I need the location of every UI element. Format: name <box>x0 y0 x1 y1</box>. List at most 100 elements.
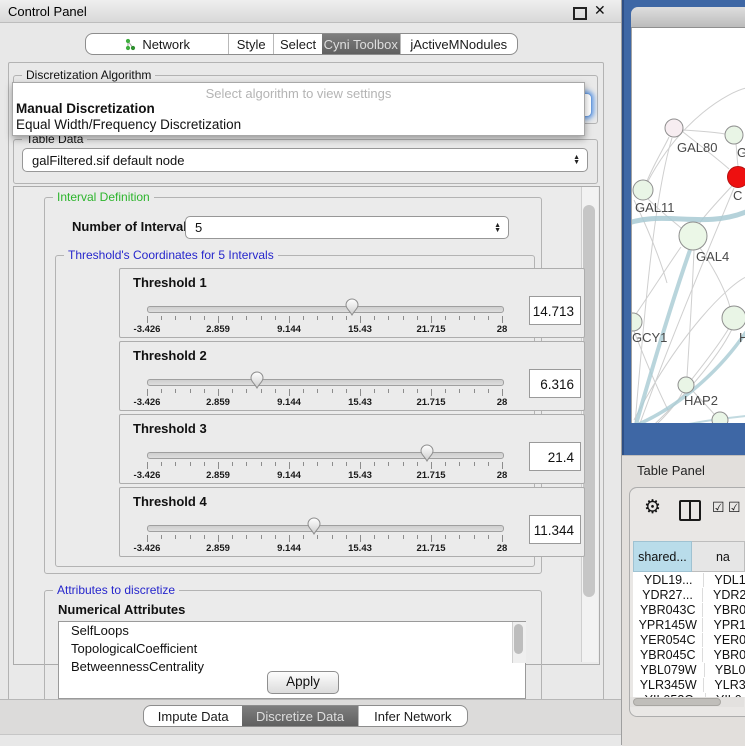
close-icon[interactable]: ✕ <box>594 2 606 19</box>
slider-track[interactable] <box>147 452 504 459</box>
node-label: GAL4 <box>696 249 729 264</box>
network-window-titlebar[interactable] <box>631 7 745 28</box>
node-highlighted-red[interactable] <box>728 167 745 188</box>
attribute-list-item[interactable]: TopologicalCoefficient <box>59 640 525 658</box>
tab-cyni-toolbox[interactable]: Cyni Toolbox <box>322 34 400 54</box>
table-row[interactable]: YBL079WYBL0 <box>633 662 745 677</box>
column-header-name[interactable]: na <box>692 541 745 572</box>
node-gal80[interactable] <box>665 119 683 137</box>
slider-tick <box>218 462 219 469</box>
slider-tick <box>161 316 162 320</box>
bottom-tab-impute-data[interactable]: Impute Data <box>144 706 242 726</box>
bottom-tab-infer-network[interactable]: Infer Network <box>358 706 467 726</box>
slider-tick <box>346 462 347 466</box>
cell-shared-name: YBR045C <box>633 648 703 662</box>
table-header-row: shared... na <box>633 541 745 572</box>
slider-tick <box>275 462 276 466</box>
node-gal4[interactable] <box>679 222 707 250</box>
node-hap2[interactable] <box>678 377 694 393</box>
table-row[interactable]: YDL19...YDL1 <box>633 572 745 587</box>
threshold-value-field[interactable]: 11.344 <box>529 515 581 544</box>
slider-tick <box>502 316 503 323</box>
stepper-arrows-icon[interactable]: ▲▼ <box>494 223 508 233</box>
slider-tick <box>175 389 176 393</box>
control-panel-window: Control Panel ✕ NetworkStyleSelectCyni T… <box>0 0 622 745</box>
attributes-list-scrollbar-thumb[interactable] <box>514 624 523 654</box>
node-gcy1[interactable] <box>632 313 642 331</box>
slider-tick <box>190 462 191 466</box>
slider-tick <box>445 316 446 320</box>
gear-icon[interactable]: ⚙ <box>644 496 661 519</box>
slider-tick-label: -3.426 <box>134 397 161 408</box>
threshold-label: Threshold 4 <box>133 494 207 509</box>
node-ga[interactable] <box>725 126 743 144</box>
column-header-shared[interactable]: shared... <box>633 541 692 572</box>
slider-thumb[interactable] <box>250 371 264 389</box>
slider-tick <box>204 316 205 320</box>
slider-track[interactable] <box>147 379 504 386</box>
node-h[interactable] <box>722 306 745 330</box>
slider-track[interactable] <box>147 525 504 532</box>
slider-tick <box>417 316 418 320</box>
algorithm-option-equal-width[interactable]: Equal Width/Frequency Discretization <box>16 117 241 132</box>
slider-tick-label: 15.43 <box>348 543 372 554</box>
float-window-icon[interactable] <box>573 7 587 20</box>
slider-tick <box>232 462 233 466</box>
slider-tick <box>474 389 475 393</box>
slider-tick <box>360 389 361 396</box>
slider-tick <box>303 389 304 393</box>
slider-tick-label: 15.43 <box>348 324 372 335</box>
slider-track[interactable] <box>147 306 504 313</box>
slider-tick <box>332 316 333 320</box>
slider-tick-label: 28 <box>497 470 508 481</box>
column-layout-icon[interactable] <box>679 500 701 521</box>
tab-select[interactable]: Select <box>273 34 322 54</box>
slider-tick-label: 9.144 <box>277 543 301 554</box>
slider-thumb[interactable] <box>420 444 434 462</box>
table-row[interactable]: YPR145WYPR1 <box>633 617 745 632</box>
algorithm-option-manual[interactable]: Manual Discretization <box>16 101 155 116</box>
apply-button[interactable]: Apply <box>267 671 339 694</box>
table-data-select[interactable]: galFiltered.sif default node ▲▼ <box>22 148 588 172</box>
tab-jactivemnodules[interactable]: jActiveMNodules <box>400 34 517 54</box>
slider-thumb[interactable] <box>345 298 359 316</box>
node-label: C <box>733 188 742 203</box>
table-row[interactable]: YBR045CYBR0 <box>633 647 745 662</box>
table-hscrollbar-thumb[interactable] <box>633 698 721 706</box>
slider-tick <box>317 316 318 320</box>
slider-tick <box>232 316 233 320</box>
slider-tick-label: 28 <box>497 324 508 335</box>
number-of-intervals-select[interactable]: 5 ▲▼ <box>185 216 509 239</box>
network-canvas[interactable]: GAL80 GA C GAL11 GAL4 GCY1 H HAP2 <box>631 28 745 423</box>
threshold-label: Threshold 2 <box>133 348 207 363</box>
stepper-arrows-icon[interactable]: ▲▼ <box>573 155 587 165</box>
checkbox-icon[interactable]: ☑ <box>728 499 741 516</box>
threshold-value-field[interactable]: 6.316 <box>529 369 581 398</box>
discretization-algorithm-group-title: Discretization Algorithm <box>22 68 155 82</box>
cell-shared-name: YBL079W <box>633 663 705 677</box>
table-row[interactable]: YLR345WYLR3 <box>633 677 745 692</box>
tab-style[interactable]: Style <box>228 34 273 54</box>
slider-tick <box>204 535 205 539</box>
table-row[interactable]: YER054CYER0 <box>633 632 745 647</box>
threshold-label: Threshold 1 <box>133 275 207 290</box>
node-label: GA <box>737 145 745 160</box>
slider-tick <box>289 389 290 396</box>
node-partial-bottom[interactable] <box>712 412 728 423</box>
node-gal11[interactable] <box>633 180 653 200</box>
slider-tick <box>346 316 347 320</box>
slider-tick <box>388 535 389 539</box>
attribute-list-item[interactable]: SelfLoops <box>59 622 525 640</box>
tab-network[interactable]: Network <box>86 34 228 54</box>
checkbox-icon[interactable]: ☑ <box>712 499 725 516</box>
threshold-value-field[interactable]: 14.713 <box>529 296 581 325</box>
bottom-tab-discretize-data[interactable]: Discretize Data <box>242 706 357 726</box>
slider-tick <box>374 535 375 539</box>
slider-thumb[interactable] <box>307 517 321 535</box>
slider-tick-label: 2.859 <box>206 397 230 408</box>
tab-label: Impute Data <box>158 709 229 724</box>
threshold-value-field[interactable]: 21.4 <box>529 442 581 471</box>
table-row[interactable]: YBR043CYBR0 <box>633 602 745 617</box>
table-row[interactable]: YDR27...YDR2 <box>633 587 745 602</box>
slider-tick <box>459 462 460 466</box>
